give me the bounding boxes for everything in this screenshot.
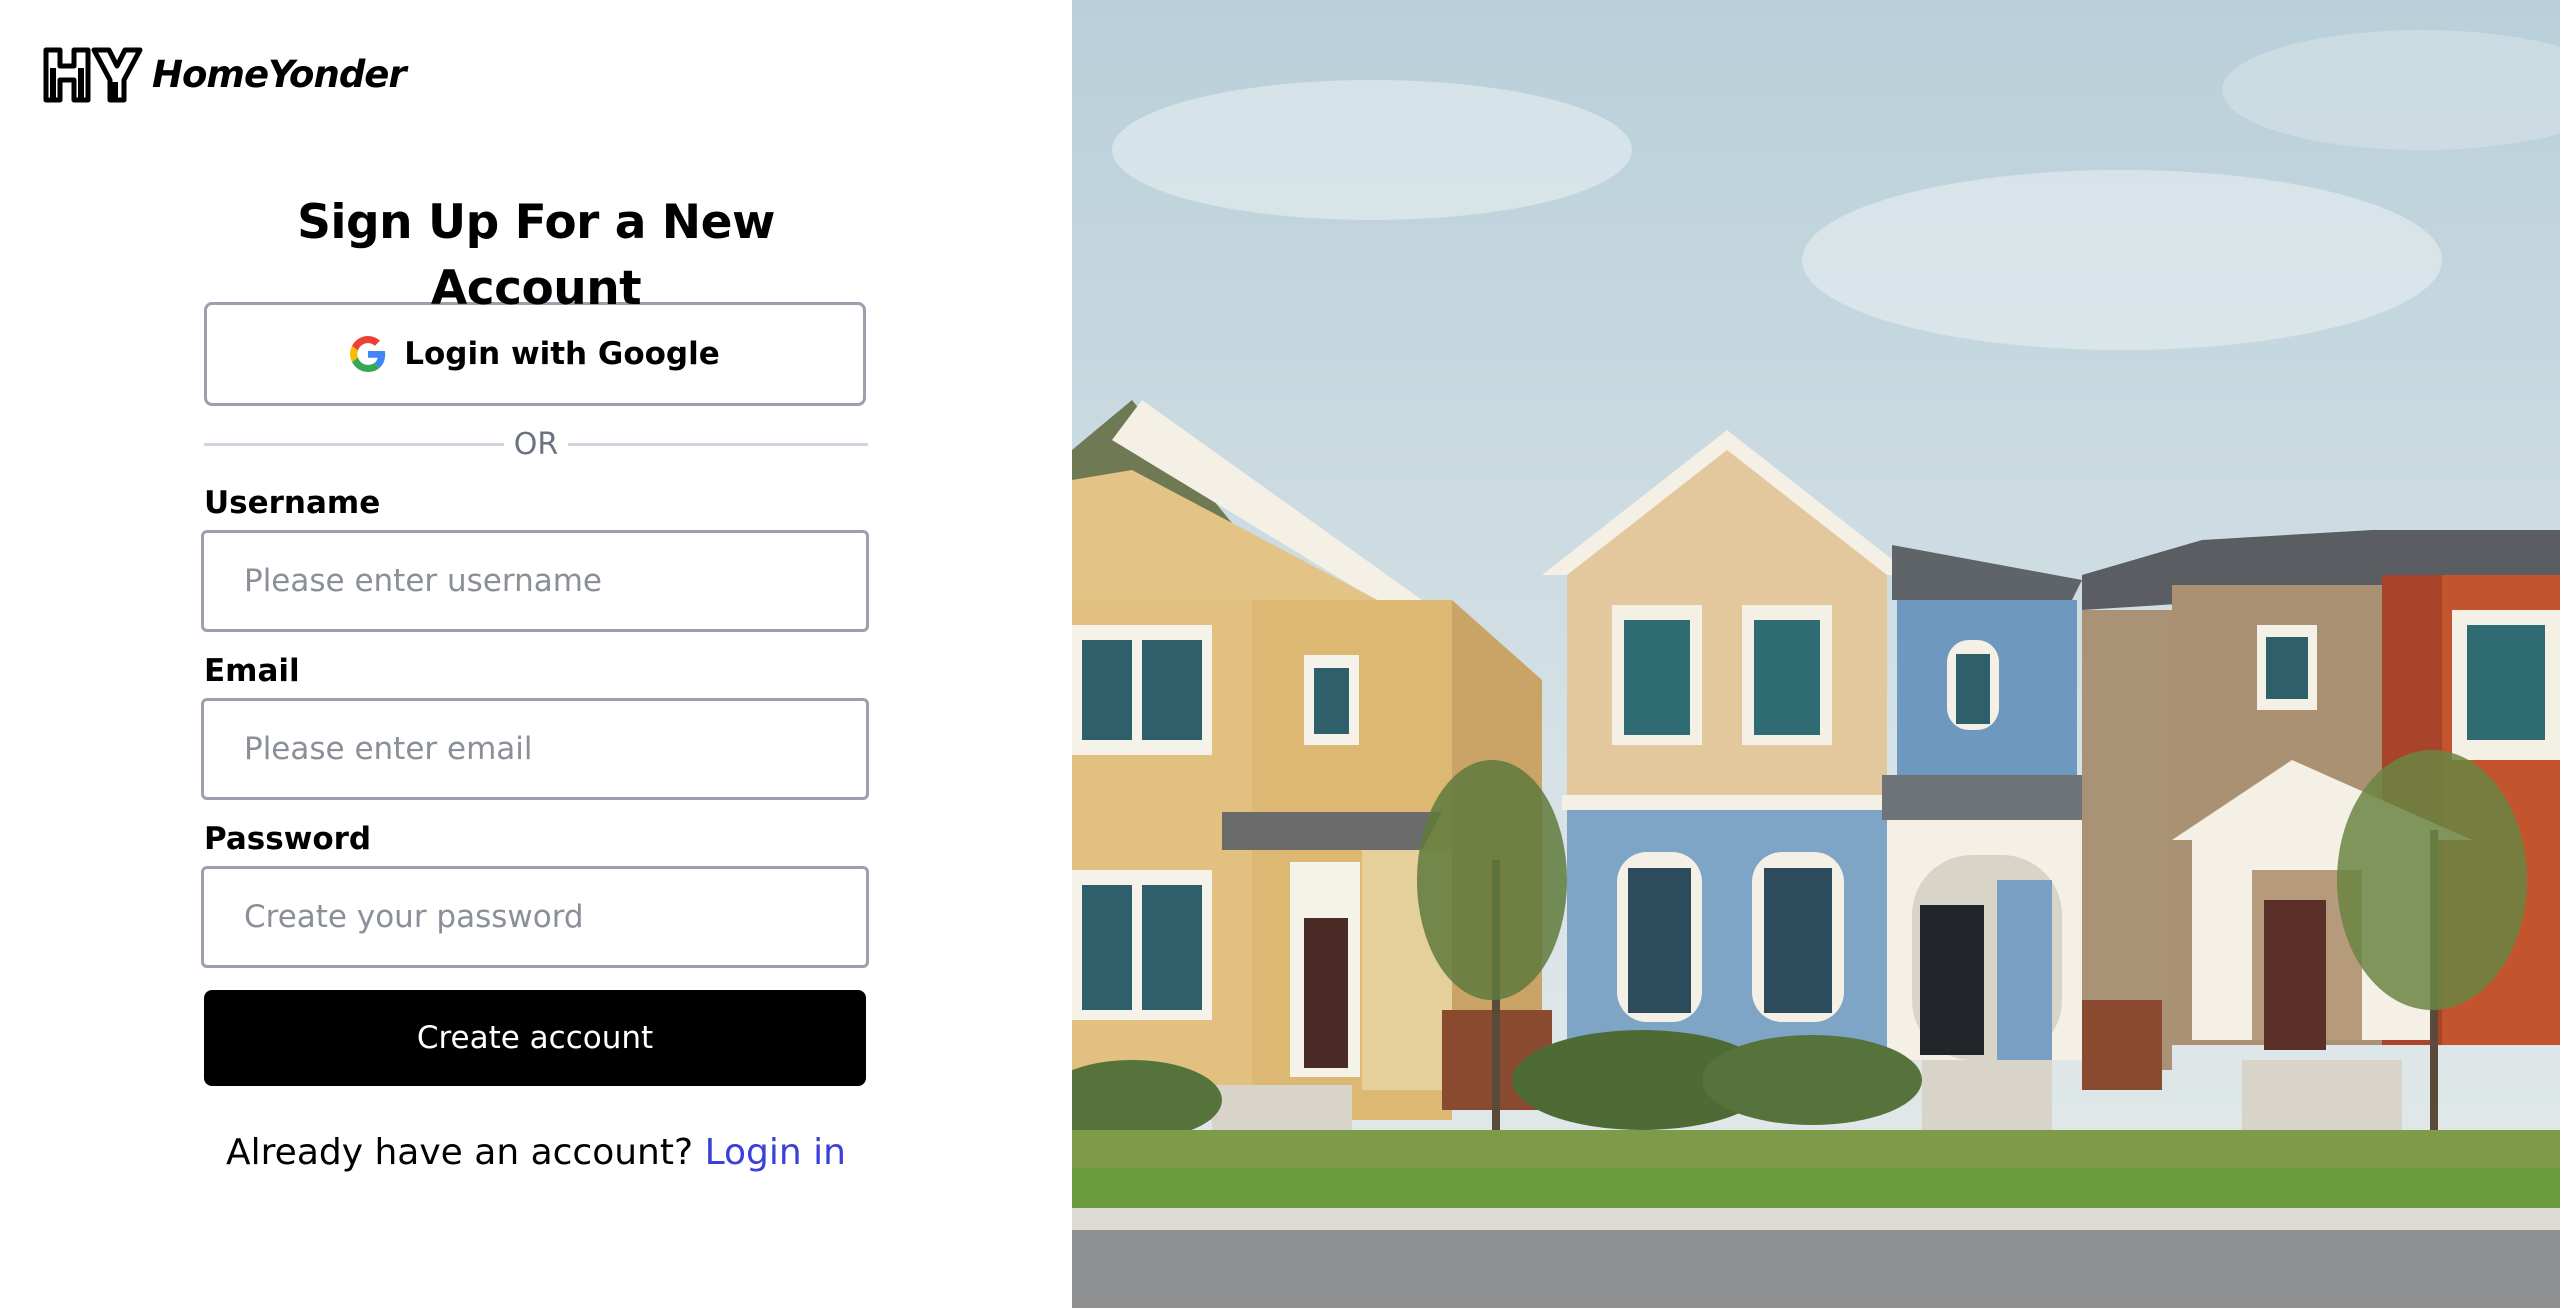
login-prompt-text: Already have an account? bbox=[226, 1132, 694, 1173]
email-input[interactable] bbox=[201, 698, 869, 800]
google-icon bbox=[350, 336, 386, 372]
password-label: Password bbox=[204, 821, 372, 857]
google-login-label: Login with Google bbox=[404, 336, 720, 372]
houses-illustration bbox=[1072, 0, 2560, 1308]
signup-form: Sign Up For a New Account Login with Goo… bbox=[201, 190, 869, 1173]
divider-text: OR bbox=[513, 426, 559, 462]
username-label: Username bbox=[204, 485, 381, 521]
or-divider: OR bbox=[204, 426, 868, 462]
hy-logo-icon bbox=[43, 47, 143, 103]
divider-line-right bbox=[568, 442, 868, 446]
brand-name: HomeYonder bbox=[152, 52, 407, 96]
divider-line-left bbox=[204, 442, 504, 446]
login-prompt-row: Already have an account? Login in bbox=[204, 1132, 868, 1173]
password-input[interactable] bbox=[201, 866, 869, 968]
signup-panel: HomeYonder Sign Up For a New Account Log… bbox=[0, 0, 1072, 1308]
create-account-button[interactable]: Create account bbox=[204, 990, 866, 1086]
hero-image bbox=[1072, 0, 2560, 1308]
brand-logo[interactable]: HomeYonder bbox=[42, 44, 407, 104]
email-label: Email bbox=[204, 653, 300, 689]
login-link[interactable]: Login in bbox=[705, 1132, 846, 1173]
page-title: Sign Up For a New Account bbox=[297, 195, 775, 316]
username-input[interactable] bbox=[201, 530, 869, 632]
